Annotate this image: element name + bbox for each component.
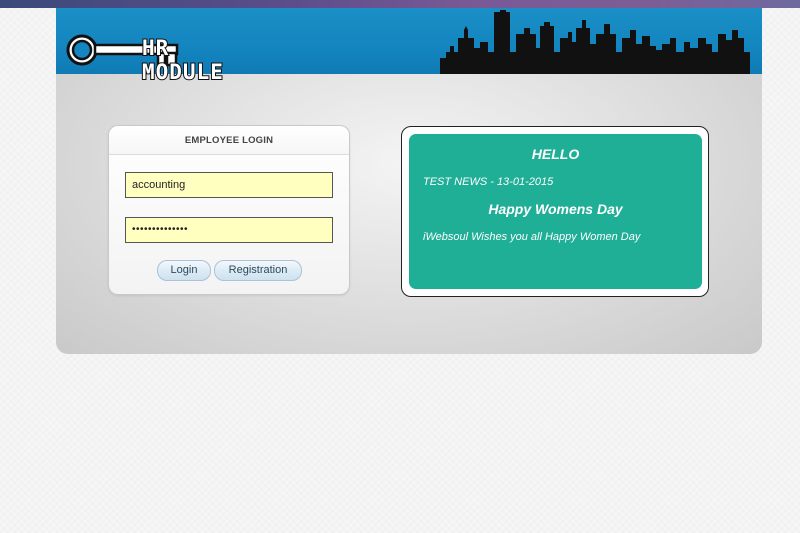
news-content: HELLO TEST NEWS - 13-01-2015 Happy Women… bbox=[409, 134, 702, 289]
username-input[interactable]: accounting bbox=[125, 172, 333, 198]
password-input[interactable]: •••••••••••••• bbox=[125, 217, 333, 243]
registration-button[interactable]: Registration bbox=[214, 260, 302, 281]
news-message: iWebsoul Wishes you all Happy Women Day bbox=[423, 231, 641, 243]
logo-text: HR MODULE bbox=[142, 36, 224, 84]
news-title: Happy Womens Day bbox=[488, 201, 623, 217]
city-skyline-icon bbox=[440, 10, 750, 74]
login-button[interactable]: Login bbox=[157, 260, 211, 281]
hr-module-logo[interactable]: HR MODULE HR MODULE bbox=[66, 26, 246, 85]
employee-login-panel: EMPLOYEE LOGIN accounting ••••••••••••••… bbox=[108, 125, 350, 295]
page-container: HR MODULE HR MODULE EMPLOYEE LOGIN accou… bbox=[56, 8, 762, 354]
news-greeting: HELLO bbox=[531, 146, 580, 162]
news-headline-date: TEST NEWS - 13-01-2015 bbox=[423, 176, 554, 188]
top-accent-bar bbox=[0, 0, 800, 8]
login-panel-title: EMPLOYEE LOGIN bbox=[109, 126, 349, 155]
news-panel: HELLO TEST NEWS - 13-01-2015 Happy Women… bbox=[401, 126, 709, 297]
header-banner: HR MODULE HR MODULE bbox=[56, 8, 762, 85]
